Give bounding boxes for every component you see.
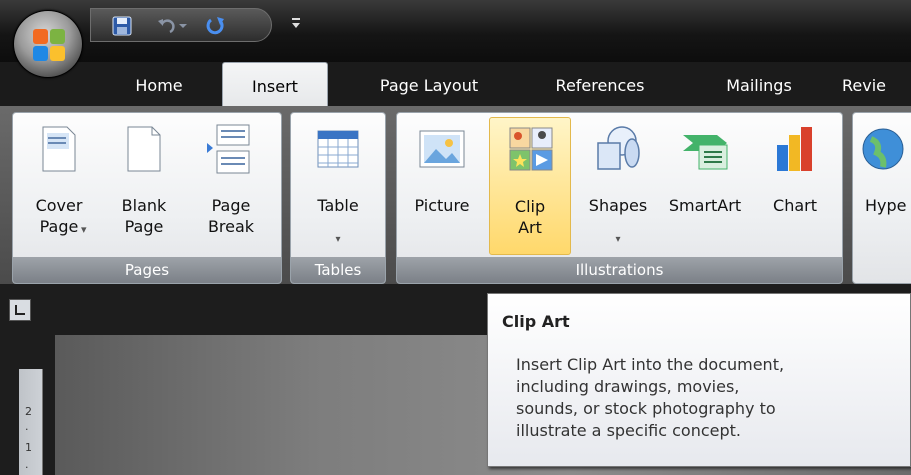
undo-icon[interactable] (155, 15, 177, 37)
chart-label: Chart (773, 196, 817, 215)
cover-page-label: Cover Page (35, 196, 83, 236)
ruler-mark: 1 (25, 441, 32, 454)
ruler-mark: 2 (25, 405, 32, 418)
tab-references[interactable]: References (535, 66, 665, 106)
smartart-button[interactable]: SmartArt (659, 117, 751, 255)
vertical-ruler[interactable]: 2 · 1 · (19, 369, 43, 475)
group-links: Hype (852, 112, 911, 284)
group-pages: Cover Page ▾ Blank Page Page Break Pages (12, 112, 282, 284)
chart-icon (777, 127, 812, 171)
shapes-icon (597, 126, 640, 170)
group-pages-label: Pages (13, 257, 281, 283)
tab-home[interactable]: Home (118, 66, 200, 106)
ribbon: Cover Page ▾ Blank Page Page Break Pages (0, 106, 911, 284)
picture-label: Picture (414, 196, 470, 215)
smartart-icon (683, 135, 728, 170)
group-tables: Table ▾ Tables (290, 112, 386, 284)
hyperlink-button[interactable]: Hype (857, 117, 911, 255)
picture-button[interactable]: Picture (403, 117, 481, 255)
globe-icon (862, 128, 904, 170)
ruler-mark: · (25, 423, 29, 436)
tab-selector-icon[interactable] (9, 299, 31, 321)
tab-review[interactable]: Revie (842, 66, 911, 106)
redo-icon[interactable] (205, 15, 227, 37)
customize-qat-icon[interactable] (291, 16, 301, 30)
clip-art-label: Clip Art (514, 197, 546, 237)
group-tables-label: Tables (291, 257, 385, 283)
cover-page-button[interactable]: Cover Page ▾ (17, 117, 101, 255)
group-illustrations: Picture Clip Art Shapes ▾ SmartArt Chart… (396, 112, 843, 284)
hyperlink-label: Hype (865, 196, 907, 215)
table-icon (317, 130, 359, 168)
cover-page-icon (42, 126, 76, 172)
undo-dropdown-icon[interactable] (177, 15, 189, 37)
save-icon[interactable] (111, 15, 133, 37)
picture-icon (419, 130, 465, 168)
blank-page-icon (127, 126, 161, 172)
table-label: Table (317, 196, 359, 215)
shapes-button[interactable]: Shapes ▾ (577, 117, 659, 255)
cover-page-arrow: ▾ (81, 223, 87, 236)
tab-insert[interactable]: Insert (222, 62, 328, 108)
table-dropdown-arrow: ▾ (335, 234, 341, 245)
clip-art-icon (509, 127, 553, 171)
office-button[interactable] (13, 10, 83, 78)
blank-page-button[interactable]: Blank Page (109, 117, 179, 255)
ruler-mark: · (25, 461, 29, 474)
tab-stop-icon (15, 305, 25, 315)
blank-page-label: Blank Page (121, 196, 167, 236)
clip-art-tooltip: Clip Art Insert Clip Art into the docume… (487, 293, 911, 467)
table-button[interactable]: Table ▾ (295, 117, 381, 255)
page-break-label: Page Break (207, 196, 255, 236)
quick-access-toolbar (90, 8, 272, 42)
tab-page-layout[interactable]: Page Layout (355, 66, 503, 106)
tooltip-title: Clip Art (502, 312, 570, 331)
smartart-label: SmartArt (668, 196, 742, 215)
clip-art-button[interactable]: Clip Art (489, 117, 571, 255)
tooltip-body: Insert Clip Art into the document, inclu… (516, 355, 785, 440)
shapes-dropdown-arrow: ▾ (615, 234, 621, 245)
tab-mailings[interactable]: Mailings (703, 66, 815, 106)
page-break-button[interactable]: Page Break (189, 117, 273, 255)
page-break-icon (207, 124, 250, 174)
office-logo-icon (33, 29, 65, 61)
shapes-label: Shapes (588, 196, 648, 215)
group-illustrations-label: Illustrations (397, 257, 842, 283)
chart-button[interactable]: Chart (757, 117, 833, 255)
